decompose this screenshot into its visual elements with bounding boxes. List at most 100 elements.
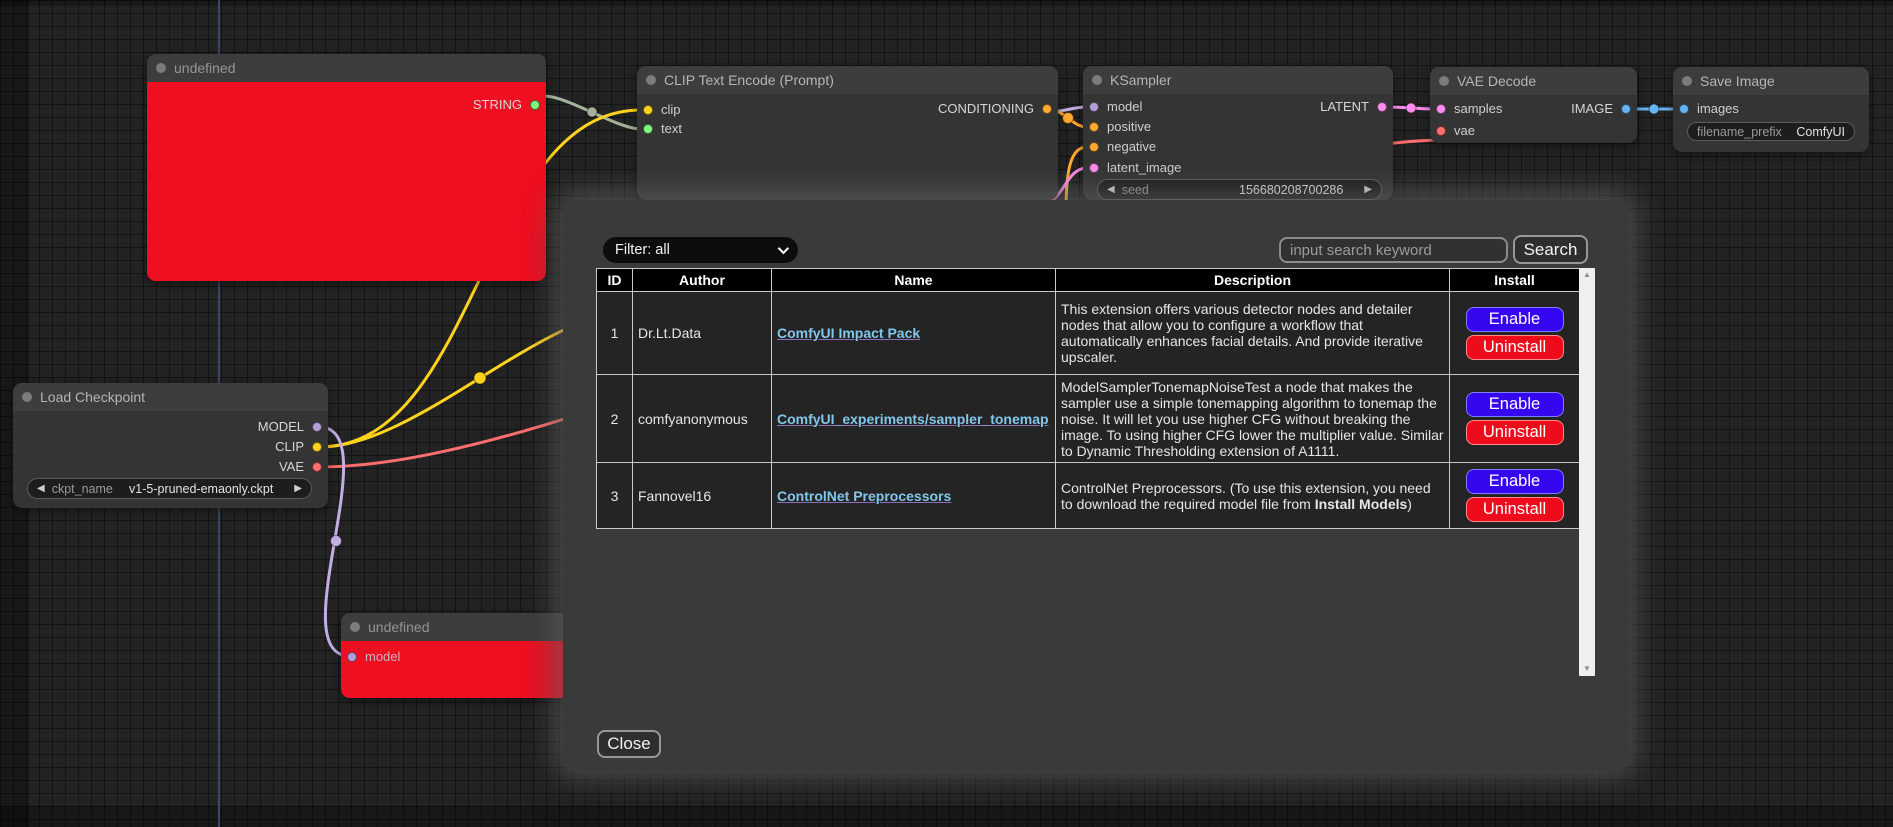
chevron-down-icon [778, 243, 789, 254]
wire-midpoint-dot [331, 536, 342, 547]
node-vae-decode-header[interactable]: VAE Decode [1430, 67, 1637, 95]
node-save-image[interactable]: Save Image images filename_prefix ComfyU… [1673, 67, 1869, 152]
extension-name: ComfyUI Impact Pack [772, 292, 1056, 375]
extension-name: ControlNet Preprocessors [772, 463, 1056, 529]
latent-output-port[interactable] [1377, 102, 1387, 112]
latent-image-input-port[interactable] [1089, 163, 1099, 173]
string-output-port[interactable] [530, 100, 540, 110]
node-save-image-header[interactable]: Save Image [1673, 67, 1869, 95]
node-undefined-bottom-header[interactable]: undefined [341, 613, 564, 641]
node-status-dot-icon [1439, 76, 1449, 86]
enable-button[interactable]: Enable [1466, 469, 1564, 494]
model-output-port[interactable] [312, 422, 322, 432]
uninstall-button[interactable]: Uninstall [1466, 497, 1564, 522]
extension-description: ControlNet Preprocessors. (To use this e… [1056, 463, 1450, 529]
output-slot-clip: CLIP [275, 438, 322, 456]
images-input-port[interactable] [1679, 104, 1689, 114]
scroll-up-icon[interactable]: ▲ [1583, 268, 1591, 282]
node-status-dot-icon [350, 622, 360, 632]
extension-link[interactable]: ComfyUI Impact Pack [777, 325, 920, 341]
decrement-arrow-icon[interactable]: ◀ [1107, 179, 1115, 200]
table-scrollbar[interactable]: ▲ ▼ [1579, 268, 1595, 676]
extension-link[interactable]: ComfyUI_experiments/sampler_tonemap [777, 411, 1049, 427]
custom-nodes-manager-dialog: Filter: all Search ID Author Name Descri… [563, 200, 1629, 771]
filter-select[interactable]: Filter: all [603, 237, 798, 263]
extension-author: comfyanonymous [633, 375, 772, 463]
input-slot-samples: samples [1436, 100, 1502, 118]
column-header-install: Install [1450, 269, 1580, 292]
node-status-dot-icon [156, 63, 166, 73]
decrement-arrow-icon[interactable]: ◀ [37, 478, 45, 499]
scroll-down-icon[interactable]: ▼ [1583, 662, 1591, 676]
widget-value: 156680208700286 [1239, 183, 1343, 197]
extension-row: 1Dr.Lt.DataComfyUI Impact PackThis exten… [597, 292, 1580, 375]
clip-input-port[interactable] [643, 105, 653, 115]
node-load-checkpoint[interactable]: Load Checkpoint MODEL CLIP VAE ◀ ckpt_na… [13, 383, 328, 508]
extension-id: 1 [597, 292, 633, 375]
output-slot-image: IMAGE [1571, 100, 1631, 118]
node-status-dot-icon [646, 75, 656, 85]
extension-link[interactable]: ControlNet Preprocessors [777, 488, 951, 504]
node-ksampler[interactable]: KSampler model positive negative latent_… [1083, 66, 1393, 200]
negative-input-port[interactable] [1089, 142, 1099, 152]
conditioning-output-port[interactable] [1042, 104, 1052, 114]
output-label: CONDITIONING [938, 101, 1034, 116]
node-graph-canvas[interactable]: undefined STRING CLIP Text Encode (Promp… [0, 0, 1893, 827]
node-clip-text-encode[interactable]: CLIP Text Encode (Prompt) clip text COND… [637, 66, 1058, 200]
input-label: clip [661, 102, 681, 117]
extension-description: This extension offers various detector n… [1056, 292, 1450, 375]
extensions-table: ID Author Name Description Install 1Dr.L… [596, 268, 1580, 529]
filename-prefix-widget[interactable]: filename_prefix ComfyUI [1687, 122, 1855, 141]
node-status-dot-icon [1682, 76, 1692, 86]
text-input-port[interactable] [643, 124, 653, 134]
model-input-port[interactable] [347, 652, 357, 662]
input-label: latent_image [1107, 160, 1181, 175]
output-label: LATENT [1320, 99, 1369, 114]
enable-button[interactable]: Enable [1466, 392, 1564, 417]
input-label: text [661, 121, 682, 136]
positive-input-port[interactable] [1089, 122, 1099, 132]
output-label: CLIP [275, 439, 304, 454]
input-label: images [1697, 101, 1739, 116]
uninstall-button[interactable]: Uninstall [1466, 420, 1564, 445]
ckpt-name-widget[interactable]: ◀ ckpt_name v1-5-pruned-emaonly.ckpt ▶ [27, 478, 312, 499]
clip-output-port[interactable] [312, 442, 322, 452]
input-slot-positive: positive [1089, 118, 1151, 136]
node-title: CLIP Text Encode (Prompt) [664, 72, 834, 88]
node-vae-decode-body: samples vae IMAGE [1430, 95, 1637, 143]
input-slot-images: images [1679, 100, 1739, 118]
table-header-row: ID Author Name Description Install [597, 269, 1580, 292]
input-slot-negative: negative [1089, 138, 1156, 156]
enable-button[interactable]: Enable [1466, 307, 1564, 332]
node-save-image-body: images filename_prefix ComfyUI [1673, 95, 1869, 152]
node-undefined-bottom[interactable]: undefined model [341, 613, 564, 698]
extension-id: 3 [597, 463, 633, 529]
input-label: positive [1107, 119, 1151, 134]
node-ksampler-header[interactable]: KSampler [1083, 66, 1393, 94]
input-label: negative [1107, 139, 1156, 154]
node-undefined-bottom-body: model [341, 641, 564, 698]
node-load-checkpoint-header[interactable]: Load Checkpoint [13, 383, 328, 411]
model-input-port[interactable] [1089, 102, 1099, 112]
node-undefined-top-header[interactable]: undefined [147, 54, 546, 82]
image-output-port[interactable] [1621, 104, 1631, 114]
vae-output-port[interactable] [312, 462, 322, 472]
extension-name: ComfyUI_experiments/sampler_tonemap [772, 375, 1056, 463]
wire-midpoint-dot [1649, 104, 1659, 114]
node-clip-text-encode-header[interactable]: CLIP Text Encode (Prompt) [637, 66, 1058, 94]
search-button[interactable]: Search [1513, 235, 1588, 264]
close-button[interactable]: Close [597, 730, 661, 758]
seed-widget[interactable]: ◀ seed 156680208700286 ▶ [1097, 179, 1382, 200]
output-slot-vae: VAE [279, 458, 322, 476]
node-undefined-top[interactable]: undefined STRING [147, 54, 546, 281]
node-vae-decode[interactable]: VAE Decode samples vae IMAGE [1430, 67, 1637, 143]
uninstall-button[interactable]: Uninstall [1466, 335, 1564, 360]
node-load-checkpoint-body: MODEL CLIP VAE ◀ ckpt_name v1-5-pruned-e… [13, 411, 328, 508]
search-input[interactable] [1279, 237, 1508, 263]
samples-input-port[interactable] [1436, 104, 1446, 114]
increment-arrow-icon[interactable]: ▶ [1364, 179, 1372, 200]
increment-arrow-icon[interactable]: ▶ [294, 478, 302, 499]
node-title: VAE Decode [1457, 73, 1536, 89]
vae-input-port[interactable] [1436, 126, 1446, 136]
node-clip-text-encode-body: clip text CONDITIONING [637, 94, 1058, 200]
